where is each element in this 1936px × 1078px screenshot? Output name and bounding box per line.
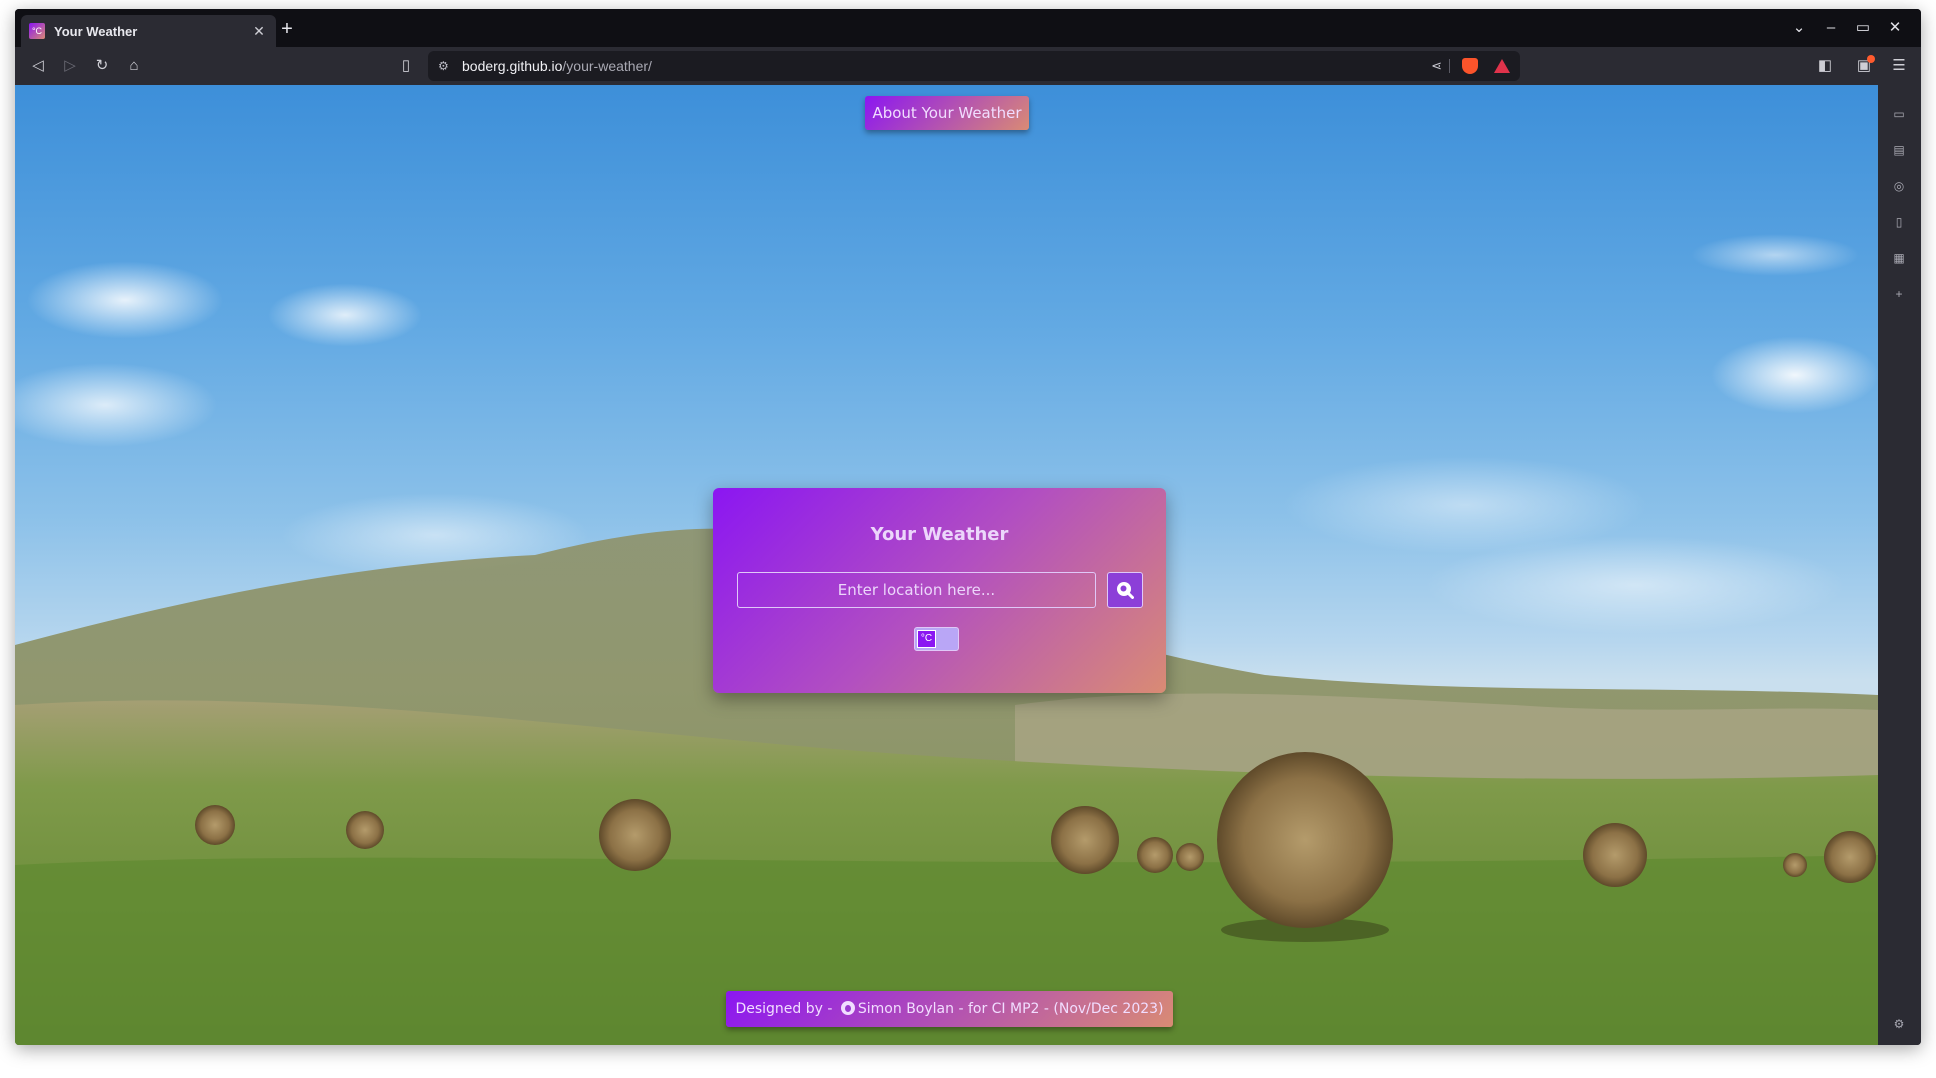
- brave-shields-icon[interactable]: [1462, 58, 1478, 74]
- card-title: Your Weather: [870, 524, 1009, 545]
- url-divider: [1449, 59, 1450, 73]
- footer-prefix: Designed by -: [735, 1001, 837, 1017]
- unit-toggle-knob: °C: [917, 630, 936, 648]
- tab-list-icon[interactable]: ⌄: [1783, 15, 1815, 41]
- weather-card: Your Weather °C: [713, 488, 1166, 693]
- sidebar-toggle-icon[interactable]: ◧: [1812, 53, 1838, 79]
- reading-list-icon[interactable]: ▦: [1890, 249, 1908, 267]
- new-tab-button[interactable]: +: [272, 15, 302, 43]
- back-icon[interactable]: ◁: [25, 53, 51, 79]
- footer-suffix: - for CI MP2 - (Nov/Dec 2023): [954, 1001, 1164, 1017]
- footer: Designed by - Simon Boylan - for CI MP2 …: [726, 991, 1173, 1027]
- unit-toggle[interactable]: °C: [914, 627, 959, 651]
- location-input[interactable]: [737, 572, 1096, 608]
- favicon-icon: °C: [29, 23, 45, 39]
- author-link[interactable]: Simon Boylan: [858, 1001, 954, 1017]
- tab-your-weather[interactable]: °C Your Weather ✕: [21, 15, 276, 47]
- leo-icon[interactable]: ▭: [1890, 105, 1908, 123]
- address-bar[interactable]: ⚙ boderg.github.io/your-weather/ ⋖: [428, 51, 1520, 81]
- url-text[interactable]: boderg.github.io/your-weather/: [462, 51, 652, 81]
- wallet-panel-icon[interactable]: ▤: [1890, 141, 1908, 159]
- about-button[interactable]: About Your Weather: [865, 96, 1029, 130]
- chat-icon[interactable]: ◎: [1890, 177, 1908, 195]
- github-icon: [840, 1001, 855, 1015]
- brave-rewards-icon[interactable]: [1494, 59, 1510, 73]
- tab-bar: °C Your Weather ✕ + ⌄ – ▭ ✕: [15, 9, 1921, 47]
- maximize-icon[interactable]: ▭: [1847, 15, 1879, 41]
- menu-icon[interactable]: ☰: [1886, 53, 1912, 79]
- window-controls: ⌄ – ▭ ✕: [1783, 15, 1911, 41]
- browser-window: °C Your Weather ✕ + ⌄ – ▭ ✕ ◁ ▷ ↻ ⌂ ▯ ⚙ …: [15, 9, 1921, 1045]
- close-window-icon[interactable]: ✕: [1879, 15, 1911, 41]
- side-panel: ▭ ▤ ◎ ▯ ▦ + ⚙: [1878, 85, 1921, 1045]
- home-icon[interactable]: ⌂: [121, 53, 147, 79]
- reload-icon[interactable]: ↻: [89, 53, 115, 79]
- tab-title: Your Weather: [54, 23, 138, 39]
- notification-dot: [1867, 55, 1875, 63]
- url-domain: boderg.github.io: [462, 58, 563, 74]
- page-viewport: About Your Weather Your Weather °C Desig…: [15, 85, 1878, 1045]
- minimize-icon[interactable]: –: [1815, 15, 1847, 41]
- add-panel-icon[interactable]: +: [1890, 285, 1908, 303]
- toolbar: ◁ ▷ ↻ ⌂ ▯ ⚙ boderg.github.io/your-weathe…: [15, 47, 1921, 85]
- search-button[interactable]: [1107, 572, 1143, 608]
- forward-icon[interactable]: ▷: [57, 53, 83, 79]
- bookmarks-panel-icon[interactable]: ▯: [1890, 213, 1908, 231]
- share-icon[interactable]: ⋖: [1431, 51, 1442, 81]
- bookmark-icon[interactable]: ▯: [393, 53, 419, 79]
- tab-close-icon[interactable]: ✕: [250, 23, 268, 40]
- settings-gear-icon[interactable]: ⚙: [1890, 1015, 1908, 1033]
- url-path: /your-weather/: [562, 58, 652, 74]
- wallet-icon[interactable]: ▣: [1851, 53, 1877, 79]
- site-settings-icon[interactable]: ⚙: [438, 51, 449, 81]
- search-icon: [1117, 582, 1134, 599]
